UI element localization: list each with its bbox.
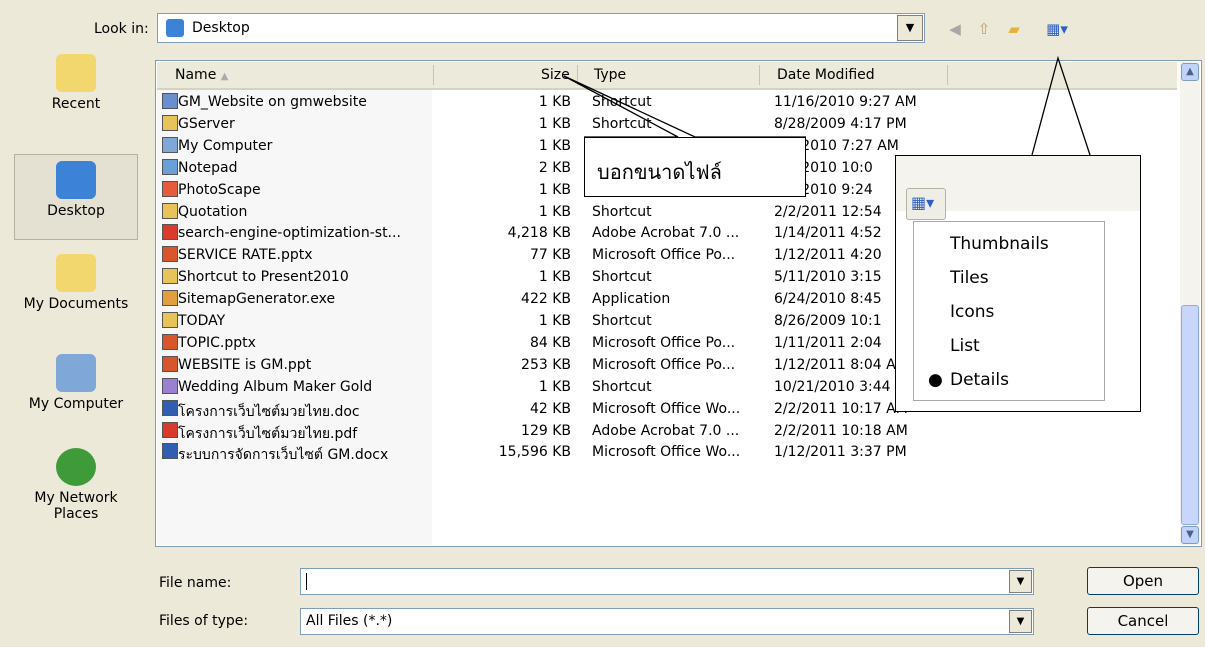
size-callout-text: บอกขนาดไฟล์ xyxy=(597,160,722,184)
menu-item-tiles[interactable]: Tiles xyxy=(950,268,989,288)
views-callout: ▦▾ Thumbnails Tiles Icons List ● Details xyxy=(895,155,1141,412)
menu-item-icons[interactable]: Icons xyxy=(950,302,994,322)
views-menu-icon: ▦▾ xyxy=(911,193,935,212)
menu-item-details-label: Details xyxy=(950,370,1009,390)
views-button[interactable]: ▦▾ xyxy=(906,188,946,220)
selected-bullet-icon: ● xyxy=(928,370,943,390)
views-menu: Thumbnails Tiles Icons List ● Details xyxy=(913,221,1105,401)
menu-item-thumbnails[interactable]: Thumbnails xyxy=(950,234,1049,254)
menu-item-details[interactable]: ● Details xyxy=(928,370,1009,390)
menu-item-list[interactable]: List xyxy=(950,336,980,356)
size-callout: บอกขนาดไฟล์ xyxy=(584,137,806,197)
